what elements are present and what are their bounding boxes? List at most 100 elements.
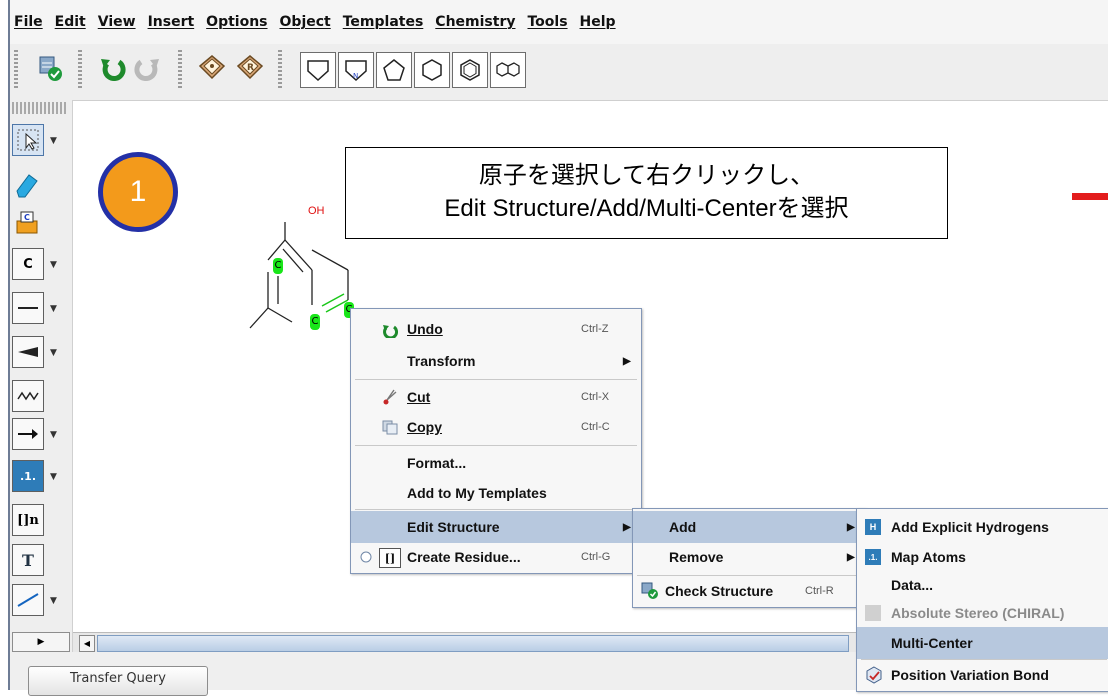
menu-separator <box>355 509 637 510</box>
chain-tool-icon[interactable] <box>12 380 44 412</box>
menu-object[interactable]: Object <box>280 14 331 34</box>
menu-item-create-residue[interactable]: [] Create Residue... Ctrl-G <box>351 541 641 573</box>
bond-line <box>267 239 286 261</box>
stereo-icon <box>865 605 881 621</box>
menu-item-copy[interactable]: Copy Ctrl-C <box>351 411 641 443</box>
menu-edit[interactable]: Edit <box>55 14 86 34</box>
menu-file[interactable]: File <box>14 14 43 34</box>
scroll-left-icon[interactable]: ◀ <box>79 635 95 652</box>
toolbar-grip[interactable] <box>14 50 18 90</box>
menu-templates[interactable]: Templates <box>343 14 424 34</box>
shape-naphthalene-icon[interactable] <box>490 52 526 88</box>
shape-pyrrole-icon[interactable]: N <box>338 52 374 88</box>
position-variation-label: Position Variation Bond <box>891 667 1049 683</box>
undo-label: Undo <box>407 321 443 337</box>
scroll-thumb[interactable] <box>97 635 849 652</box>
copy-shortcut: Ctrl-C <box>581 421 610 433</box>
wedge-bond-icon[interactable] <box>12 336 44 368</box>
check-structure-shortcut: Ctrl-R <box>805 585 834 597</box>
chevron-down-icon[interactable]: ▼ <box>50 304 57 314</box>
check-structure-icon <box>641 582 659 600</box>
atom-carbon-tool[interactable]: C <box>12 248 44 280</box>
main-toolbar: R N <box>10 44 1108 101</box>
menu-separator <box>355 445 637 446</box>
undo-icon[interactable] <box>94 50 130 86</box>
palette-grip[interactable] <box>12 102 68 114</box>
svg-text:C: C <box>24 213 30 222</box>
callout-line-2: Edit Structure/Add/Multi-Centerを選択 <box>444 195 849 222</box>
eraser-icon[interactable] <box>12 170 42 200</box>
chevron-down-icon[interactable]: ▼ <box>50 472 57 482</box>
menu-item-transform[interactable]: Transform ▶ <box>351 345 641 377</box>
bracket-tool-label: []n <box>17 512 39 528</box>
tool-palette: ▼ C C ▼ ▼ ▼ ▼ .1. ▼ []n T ▼ ▶ <box>10 100 73 652</box>
map-atoms-tool[interactable]: .1. <box>12 460 44 492</box>
menu-item-cut[interactable]: Cut Ctrl-X <box>351 381 641 413</box>
menu-chemistry[interactable]: Chemistry <box>435 14 515 34</box>
text-tool[interactable]: T <box>12 544 44 576</box>
hydrogen-icon: H <box>865 519 881 535</box>
cut-shortcut: Ctrl-X <box>581 391 610 403</box>
submenu-arrow-icon: ▶ <box>847 521 855 533</box>
template-book-icon[interactable] <box>194 50 230 86</box>
check-structure-icon[interactable] <box>32 50 68 86</box>
toolbar-grip[interactable] <box>78 50 82 90</box>
edit-structure-submenu: Add ▶ Remove ▶ Check Structure Ctrl-R <box>632 508 866 608</box>
shape-pentagon-icon[interactable] <box>376 52 412 88</box>
chevron-down-icon[interactable]: ▼ <box>50 596 57 606</box>
redo-icon[interactable] <box>130 50 166 86</box>
step-number: 1 <box>129 175 147 208</box>
menu-insert[interactable]: Insert <box>148 14 195 34</box>
undo-shortcut: Ctrl-Z <box>581 323 609 335</box>
toolbar-grip[interactable] <box>278 50 282 90</box>
shape-pentagon-flat-icon[interactable] <box>300 52 336 88</box>
oh-label: OH <box>308 205 325 217</box>
line-tool-icon[interactable] <box>12 584 44 616</box>
toolbar-grip[interactable] <box>178 50 182 90</box>
menu-help[interactable]: Help <box>580 14 616 34</box>
menu-item-undo[interactable]: Undo Ctrl-Z <box>351 313 641 345</box>
expand-arrow-icon[interactable]: ▶ <box>12 632 70 652</box>
red-arrow-mark <box>1072 193 1108 200</box>
transfer-query-button[interactable]: Transfer Query <box>28 666 208 696</box>
copy-icon <box>381 418 399 436</box>
transform-label: Transform <box>407 353 476 369</box>
menu-item-multi-center[interactable]: Multi-Center <box>857 627 1108 659</box>
shape-benzene-icon[interactable] <box>452 52 488 88</box>
menu-item-format[interactable]: Format... <box>351 447 641 479</box>
reaction-arrow-icon[interactable] <box>12 418 44 450</box>
molecule-structure[interactable] <box>230 200 360 350</box>
shape-hexagon-icon[interactable] <box>414 52 450 88</box>
menu-item-remove[interactable]: Remove ▶ <box>633 541 865 573</box>
chevron-down-icon[interactable]: ▼ <box>50 348 57 358</box>
menu-view[interactable]: View <box>98 14 136 34</box>
data-label: Data... <box>891 577 934 593</box>
menu-tools[interactable]: Tools <box>527 14 567 34</box>
highlighted-atom[interactable]: C <box>273 258 283 274</box>
single-bond-icon[interactable] <box>12 292 44 324</box>
chevron-down-icon[interactable]: ▼ <box>50 136 57 146</box>
add-templates-label: Add to My Templates <box>407 485 547 501</box>
highlighted-atom[interactable]: C <box>310 314 320 330</box>
menu-item-edit-structure[interactable]: Edit Structure ▶ <box>351 511 641 543</box>
bracket-tool[interactable]: []n <box>12 504 44 536</box>
chevron-down-icon[interactable]: ▼ <box>50 260 57 270</box>
submenu-arrow-icon: ▶ <box>623 355 631 367</box>
create-residue-label: Create Residue... <box>407 549 521 565</box>
chevron-down-icon[interactable]: ▼ <box>50 430 57 440</box>
scissors-icon <box>381 388 399 406</box>
select-tool-icon[interactable] <box>12 124 44 156</box>
create-residue-shortcut: Ctrl-G <box>581 551 611 563</box>
map-tool-label: .1. <box>19 469 36 483</box>
bond-line <box>249 307 269 329</box>
svg-text:R: R <box>247 63 254 73</box>
context-menu: Undo Ctrl-Z Transform ▶ Cut Ctrl-X Copy … <box>350 308 642 574</box>
template-book-r-icon[interactable]: R <box>232 50 268 86</box>
menu-item-add-to-templates[interactable]: Add to My Templates <box>351 477 641 509</box>
menu-item-check-structure[interactable]: Check Structure Ctrl-R <box>633 575 865 607</box>
clean-structure-icon[interactable]: C <box>12 208 42 238</box>
menu-item-position-variation-bond[interactable]: Position Variation Bond <box>857 659 1108 691</box>
menu-item-add[interactable]: Add ▶ <box>633 511 865 543</box>
menu-options[interactable]: Options <box>206 14 267 34</box>
menu-item-add-explicit-hydrogens[interactable]: H Add Explicit Hydrogens <box>857 511 1108 543</box>
